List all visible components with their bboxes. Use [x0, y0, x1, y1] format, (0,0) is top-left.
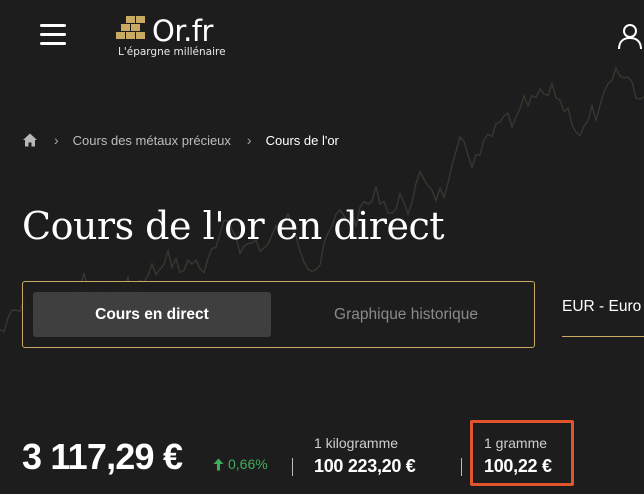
kilogram-price: 100 223,20 € [314, 456, 416, 476]
logo-tagline: L'épargne millénaire [118, 46, 226, 58]
chevron-right-icon: › [246, 132, 252, 148]
home-icon[interactable] [22, 132, 38, 148]
gram-label: 1 gramme [484, 435, 548, 451]
kilogram-label: 1 kilogramme [314, 435, 399, 451]
gold-bars-icon [116, 16, 145, 39]
tab-cours-en-direct[interactable]: Cours en direct [33, 292, 271, 337]
breadcrumb-item-metaux[interactable]: Cours des métaux précieux [73, 133, 231, 148]
price-change-value: 0,66% [228, 456, 268, 472]
divider [292, 458, 293, 476]
hamburger-menu-icon[interactable] [40, 24, 66, 46]
price-change: 0,66% [213, 456, 268, 472]
chevron-right-icon: › [54, 132, 59, 148]
logo-name: Or.fr [152, 14, 213, 48]
tab-graphique-historique[interactable]: Graphique historique [287, 292, 525, 337]
tab-bar: Cours en direct Graphique historique [22, 281, 535, 348]
currency-underline [562, 336, 644, 337]
logo[interactable]: Or.fr L'épargne millénaire [116, 12, 246, 62]
divider [461, 458, 462, 476]
gold-price-ounce: 3 117,29 € [22, 436, 183, 477]
currency-selected-value: EUR - Euro [562, 298, 642, 315]
page-title: Cours de l'or en direct [22, 204, 445, 248]
breadcrumb: › Cours des métaux précieux › Cours de l… [22, 130, 339, 150]
arrow-up-icon [213, 458, 224, 470]
gram-price: 100,22 € [484, 456, 552, 476]
currency-select[interactable]: EUR - Euro [562, 296, 644, 337]
user-icon[interactable] [616, 22, 644, 50]
breadcrumb-item-current: Cours de l'or [265, 132, 339, 148]
